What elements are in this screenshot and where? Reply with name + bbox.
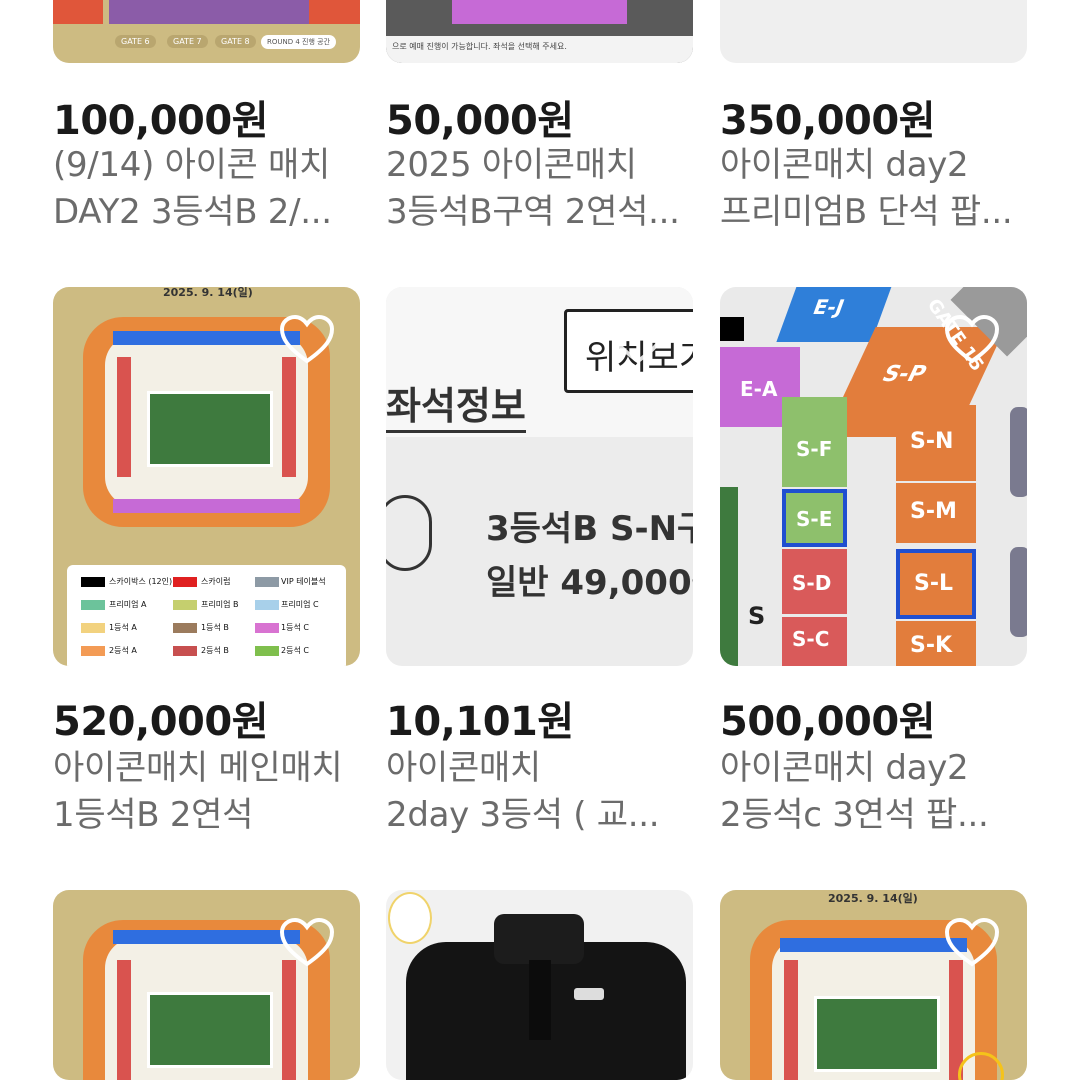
seat-row-graphic (452, 0, 627, 24)
seat-info-line1: 3등석B S-N구 (486, 509, 693, 549)
soccer-field (147, 391, 273, 467)
listing-title-line1: 아이콘매치 day2 (720, 145, 969, 185)
listing-title-line2: 2day 3등석 ( 교... (386, 795, 660, 835)
listing-title-line1: 아이콘매치 메인매치 (53, 748, 343, 788)
listing-price: 520,000원 (53, 699, 269, 745)
listing-thumbnail[interactable] (386, 890, 693, 1080)
listing-price: 50,000원 (386, 98, 574, 144)
seat-info-line2: 일반 49,000원 (486, 563, 693, 603)
seat-row-graphic (109, 0, 309, 24)
seat-legend: 스카이박스 (12인) 스카이럽 VIP 테이블석 프리미엄 A 프리미엄 B … (67, 565, 346, 666)
gate-label: GATE 8 (215, 35, 256, 48)
map-date: 2025. 9. 14(일) (828, 892, 918, 905)
logo-mark (574, 988, 604, 1000)
listing-price: 100,000원 (53, 98, 269, 144)
listing-title-line1: 아이콘매치 (386, 748, 541, 788)
heart-icon[interactable] (944, 314, 1000, 366)
listing-thumbnail[interactable] (720, 0, 1027, 63)
listing-price: 500,000원 (720, 699, 936, 745)
socks-inset (388, 892, 432, 944)
listing-grid: GATE 6 GATE 7 GATE 8 ROUND 4 진행 공간 100,0… (0, 0, 1080, 1080)
listing-title-line2: 프리미엄B 단석 팝... (720, 192, 1013, 232)
round-note: ROUND 4 진행 공간 (261, 35, 337, 49)
thumbnail-note: 으로 예매 진행이 가능합니다. 좌석을 선택해 주세요. (392, 42, 567, 51)
listing-title-line1: 2025 아이콘매치 (386, 145, 637, 185)
gate-label: GATE 7 (167, 35, 208, 48)
listing-title-line2: DAY2 3등석B 2/... (53, 192, 332, 232)
heart-icon[interactable] (279, 314, 335, 366)
listing-price: 10,101원 (386, 699, 574, 745)
listing-title-line2: 1등석B 2연석 (53, 795, 254, 835)
heart-icon[interactable] (279, 917, 335, 969)
heart-icon[interactable] (944, 917, 1000, 969)
listing-thumbnail[interactable]: GATE 6 GATE 7 GATE 8 ROUND 4 진행 공간 (53, 0, 360, 63)
listing-title-line2: 3등석B구역 2연석... (386, 192, 680, 232)
soccer-field (814, 996, 940, 1072)
listing-price: 350,000원 (720, 98, 936, 144)
listing-thumbnail[interactable]: 으로 예매 진행이 가능합니다. 좌석을 선택해 주세요. (386, 0, 693, 63)
seat-info-heading: 좌석정보 (386, 375, 526, 433)
map-date: 2025. 9. 14(일) (163, 287, 253, 299)
listing-title-line2: 2등석c 3연석 팝... (720, 795, 989, 835)
listing-title-line1: (9/14) 아이콘 매치 (53, 145, 330, 185)
heart-icon[interactable] (610, 314, 666, 366)
listing-title-line1: 아이콘매치 day2 (720, 748, 969, 788)
soccer-field (147, 992, 273, 1068)
gate-label: GATE 6 (115, 35, 156, 48)
